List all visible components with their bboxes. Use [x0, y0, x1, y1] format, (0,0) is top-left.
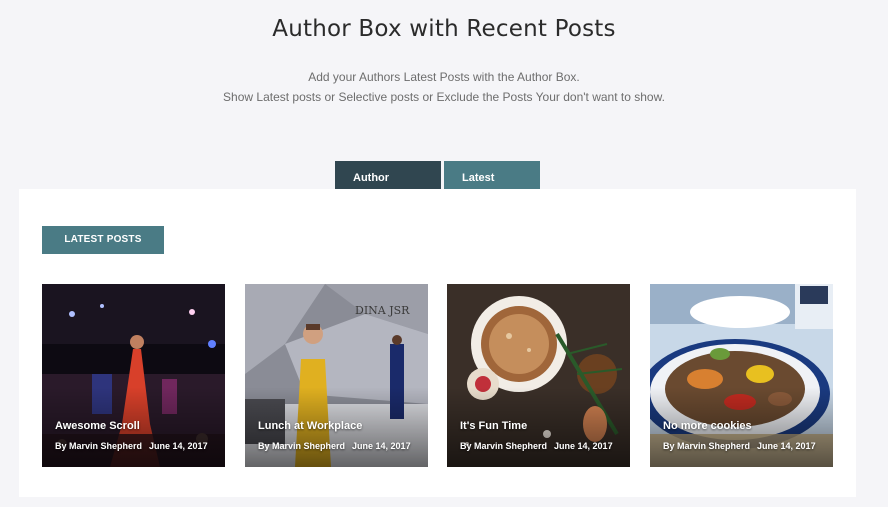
- post-title[interactable]: Awesome Scroll: [55, 420, 140, 432]
- subtitle-line-2: Show Latest posts or Selective posts or …: [223, 90, 665, 104]
- page-title: Author Box with Recent Posts: [272, 16, 616, 42]
- post-date: June 14, 2017: [554, 441, 613, 451]
- post-card[interactable]: No more cookies By Marvin Shepherd June 1…: [650, 284, 833, 467]
- post-date: June 14, 2017: [352, 441, 411, 451]
- page-subtitle: Add your Authors Latest Posts with the A…: [0, 67, 888, 107]
- post-meta: By Marvin Shepherd June 14, 2017: [55, 441, 215, 451]
- post-meta: By Marvin Shepherd June 14, 2017: [460, 441, 620, 451]
- post-author[interactable]: By Marvin Shepherd: [663, 441, 750, 451]
- post-card[interactable]: Awesome Scroll By Marvin Shepherd June 14…: [42, 284, 225, 467]
- post-author[interactable]: By Marvin Shepherd: [258, 441, 345, 451]
- post-meta: By Marvin Shepherd June 14, 2017: [663, 441, 823, 451]
- post-card[interactable]: It's Fun Time By Marvin Shepherd June 14,…: [447, 284, 630, 467]
- post-title[interactable]: It's Fun Time: [460, 420, 527, 432]
- post-title[interactable]: No more cookies: [663, 420, 752, 432]
- image-sign-text: DINA JSR: [355, 304, 410, 317]
- post-date: June 14, 2017: [149, 441, 208, 451]
- post-author[interactable]: By Marvin Shepherd: [460, 441, 547, 451]
- post-card[interactable]: DINA JSR Lunch at Workplace By Marvin Sh…: [245, 284, 428, 467]
- latest-posts-panel: LATEST POSTS Awesome Scroll By Marvin Sh…: [19, 189, 856, 497]
- post-date: June 14, 2017: [757, 441, 816, 451]
- panel-heading: LATEST POSTS: [42, 226, 164, 254]
- post-meta: By Marvin Shepherd June 14, 2017: [258, 441, 418, 451]
- post-title[interactable]: Lunch at Workplace: [258, 420, 362, 432]
- post-author[interactable]: By Marvin Shepherd: [55, 441, 142, 451]
- subtitle-line-1: Add your Authors Latest Posts with the A…: [308, 70, 580, 84]
